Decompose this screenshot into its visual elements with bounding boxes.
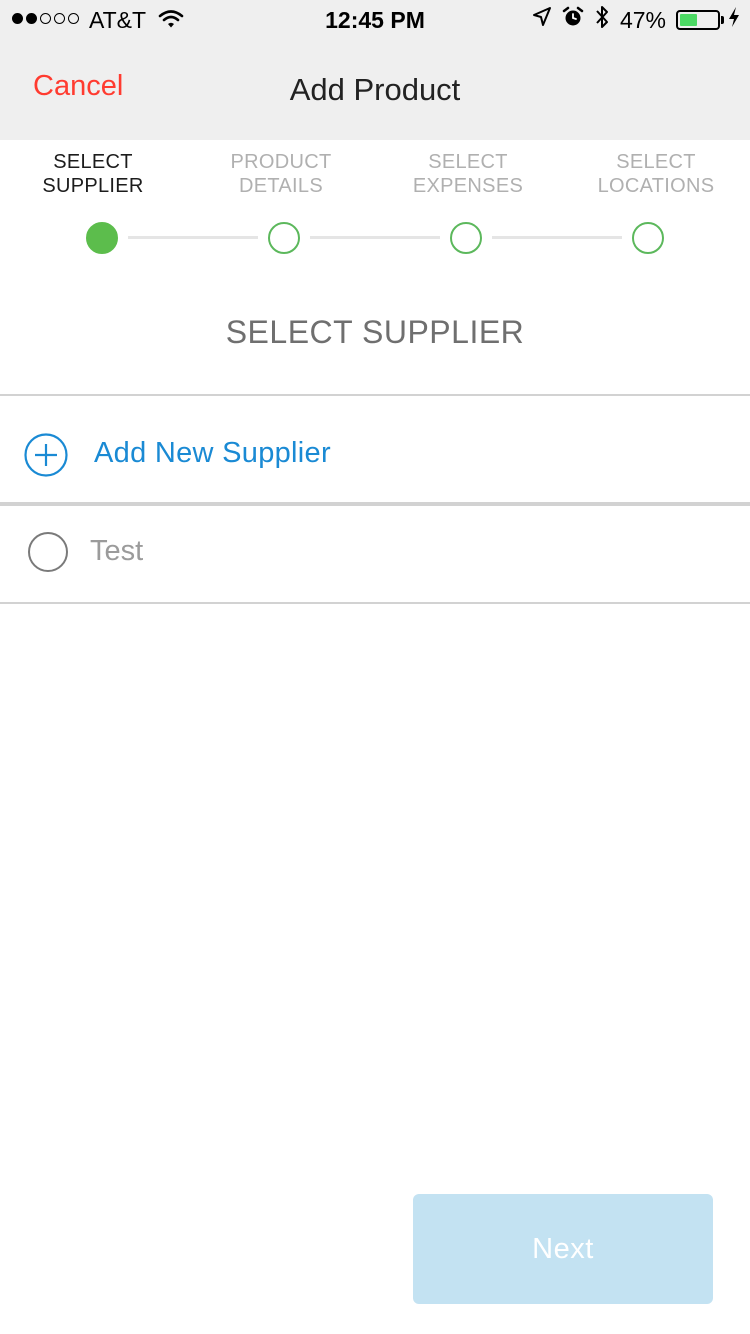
charging-bolt-icon bbox=[728, 6, 740, 34]
step-connector bbox=[492, 236, 622, 239]
location-arrow-icon bbox=[532, 6, 552, 34]
supplier-radio-button[interactable] bbox=[28, 532, 68, 572]
step-label-line1: SELECT bbox=[53, 151, 133, 173]
step-indicator-3[interactable] bbox=[450, 222, 482, 254]
step-label-select-supplier: SELECT SUPPLIER bbox=[3, 150, 183, 198]
battery-icon bbox=[676, 10, 720, 30]
step-connector bbox=[310, 236, 440, 239]
step-label-line1: PRODUCT bbox=[230, 151, 332, 173]
add-product-screen: AT&T 12:45 PM 47% Cancel Add Product SEL… bbox=[0, 0, 750, 1334]
step-label-product-details: PRODUCT DETAILS bbox=[191, 150, 371, 198]
alarm-icon bbox=[562, 6, 584, 34]
step-connector bbox=[128, 236, 258, 239]
step-label-line2: DETAILS bbox=[239, 175, 323, 197]
step-label-select-expenses: SELECT EXPENSES bbox=[378, 150, 558, 198]
divider bbox=[0, 602, 750, 604]
section-title: SELECT SUPPLIER bbox=[225, 314, 525, 350]
battery-fill bbox=[680, 14, 697, 26]
add-new-supplier-label[interactable]: Add New Supplier bbox=[94, 437, 331, 470]
battery-percent: 47% bbox=[619, 6, 666, 33]
page-title: Add Product bbox=[289, 72, 461, 107]
next-button[interactable]: Next bbox=[413, 1194, 713, 1304]
step-indicator-1[interactable] bbox=[86, 222, 118, 254]
step-indicator-2[interactable] bbox=[268, 222, 300, 254]
step-label-line2: EXPENSES bbox=[412, 175, 524, 197]
step-label-line1: SELECT bbox=[616, 151, 696, 173]
bluetooth-icon bbox=[594, 4, 610, 36]
supplier-name[interactable]: Test bbox=[90, 535, 143, 568]
step-label-line2: LOCATIONS bbox=[597, 175, 715, 197]
battery-cap bbox=[721, 16, 724, 24]
step-label-line2: SUPPLIER bbox=[42, 175, 144, 197]
status-right-group: 47% bbox=[532, 6, 740, 34]
step-indicator-4[interactable] bbox=[632, 222, 664, 254]
status-bar: AT&T 12:45 PM 47% bbox=[0, 0, 750, 40]
step-label-select-locations: SELECT LOCATIONS bbox=[566, 150, 746, 198]
plus-circle-icon[interactable] bbox=[24, 433, 68, 482]
step-label-line1: SELECT bbox=[428, 151, 508, 173]
